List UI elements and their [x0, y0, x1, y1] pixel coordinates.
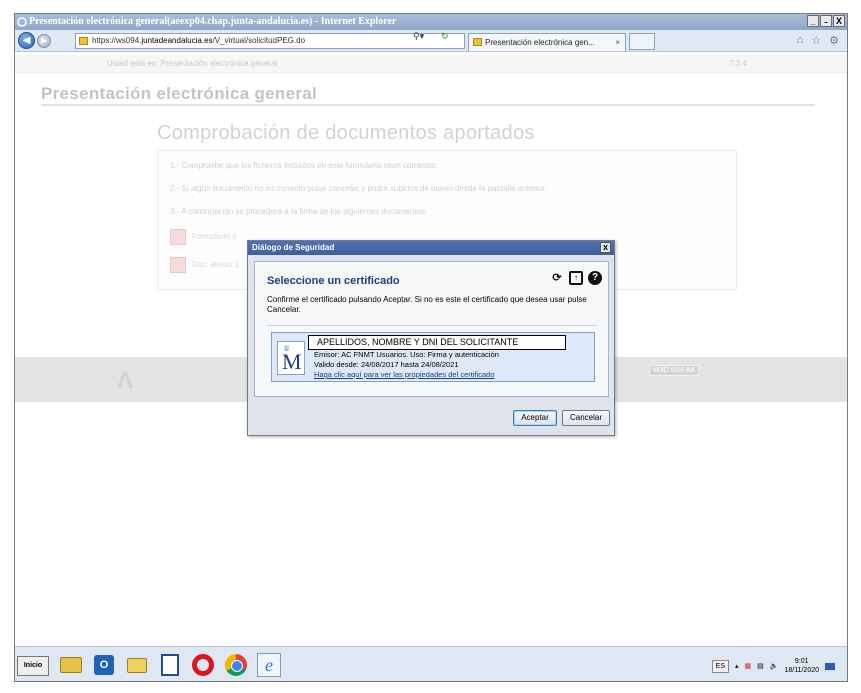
site-favicon [79, 37, 88, 45]
window-buttons: _ ̵ X [807, 15, 845, 27]
certificate-properties-link[interactable]: Haga clic aquí para ver las propiedades … [314, 370, 495, 379]
taskbar: Inicio O e ES ▴ ▦ ▤ 🔈 9:01 18/11/2020 [15, 646, 847, 681]
system-tray: ES ▴ ▦ ▤ 🔈 9:01 18/11/2020 [711, 655, 835, 677]
url-path: /V_virtual/solicitudPEG.do [212, 36, 306, 45]
taskbar-ie-icon[interactable]: e [256, 652, 282, 678]
dialog-tools: ⟳ ↑ ? [550, 271, 602, 285]
document-label: Doc. anexo 1 [192, 260, 240, 269]
tray-display-icon[interactable]: ▤ [757, 662, 764, 670]
refresh-icon[interactable]: ⟳ [550, 271, 564, 285]
junta-logo-icon: Λ [117, 367, 134, 394]
language-indicator[interactable]: ES [711, 659, 729, 673]
show-desktop-icon[interactable] [825, 662, 835, 670]
clock-date: 18/11/2020 [784, 667, 819, 674]
pdf-icon [170, 257, 186, 273]
window-title: Presentación electrónica general(aeexp04… [29, 16, 397, 27]
certificate-item[interactable]: ♕ M Emisor: AC FNMT Usuarios. Uso: Firma… [271, 332, 595, 382]
certificate-validity: Valido desde: 24/08/2017 hasta 24/08/202… [314, 360, 459, 369]
tray-clock[interactable]: 9:01 18/11/2020 [784, 657, 819, 675]
taskbar-folder-icon[interactable] [58, 652, 84, 678]
taskbar-opera-icon[interactable] [190, 652, 216, 678]
taskbar-explorer-icon[interactable] [124, 652, 150, 678]
cancel-button[interactable]: Cancelar [562, 410, 610, 426]
import-icon[interactable]: ↑ [569, 271, 583, 285]
dialog-separator [267, 325, 597, 326]
step-1: 1.- Compruebe que los ficheros incluidos… [170, 161, 439, 170]
tab-close-icon[interactable]: × [615, 34, 620, 51]
document-item[interactable]: Formulario s [170, 229, 236, 245]
tray-network-icon[interactable]: ▦ [745, 662, 752, 670]
step-2: 2.- Si algún documento no es correcto pu… [170, 184, 547, 193]
clock-time: 9:01 [794, 658, 809, 665]
certificate-issuer: Emisor: AC FNMT Usuarios. Uso: Firma y a… [314, 350, 499, 359]
start-label: Inicio [23, 662, 43, 669]
m-logo-glyph: M [282, 349, 302, 374]
home-icon[interactable]: ⌂ [797, 34, 804, 47]
url-host: juntadeandalucia.es [141, 36, 213, 45]
document-item[interactable]: Doc. anexo 1 [170, 257, 239, 273]
minimize-button[interactable]: _ [807, 15, 819, 27]
dialog-heading: Seleccione un certificado [267, 275, 400, 287]
taskbar-outlook-icon[interactable]: O [91, 652, 117, 678]
dialog-close-button[interactable]: x [600, 242, 611, 253]
dialog-title: Diálogo de Seguridad [252, 243, 335, 252]
ie-icon [17, 17, 27, 27]
certificate-name: APELLIDOS, NOMBRE Y DNI DEL SOLICITANTE [308, 335, 566, 350]
url-prefix: https://ws094. [92, 36, 142, 45]
title-divider [41, 104, 815, 106]
security-dialog: Diálogo de Seguridad x Seleccione un cer… [247, 240, 615, 436]
browser-navbar: ◀ ▶ https://ws094.juntadeandalucia.es/V_… [15, 30, 847, 52]
browser-toolbar-right: ⌂ ☆ ⚙ [797, 34, 839, 47]
taskbar-chrome-icon[interactable] [223, 652, 249, 678]
screen: Presentación electrónica general(aeexp04… [14, 13, 848, 682]
step-3: 3.- A continuación se procederá a la fir… [170, 207, 428, 216]
tab-favicon [473, 38, 482, 46]
page-title: Presentación electrónica general [41, 84, 318, 103]
tab-label: Presentación electrónica gen... [485, 38, 595, 47]
browser-tab[interactable]: Presentación electrónica gen... × [468, 33, 626, 51]
forward-icon[interactable]: ▶ [37, 34, 51, 48]
start-button[interactable]: Inicio [17, 656, 49, 676]
version-label: 7.3.4 [729, 59, 747, 68]
accept-button[interactable]: Aceptar [513, 410, 557, 426]
gear-icon[interactable]: ⚙ [829, 34, 839, 47]
help-icon[interactable]: ? [588, 271, 602, 285]
new-tab-button[interactable] [629, 33, 655, 50]
pdf-icon [170, 229, 186, 245]
document-label: Formulario s [192, 232, 237, 241]
search-icon[interactable]: ⚲▾ [413, 31, 424, 42]
fnmt-logo-icon: ♕ M [277, 341, 305, 375]
refresh-icon[interactable]: ↻ [441, 31, 449, 42]
window-titlebar: Presentación electrónica general(aeexp04… [15, 14, 847, 30]
address-bar[interactable]: https://ws094.juntadeandalucia.es/V_virt… [75, 33, 465, 49]
maximize-button[interactable]: ̵ [820, 15, 832, 27]
taskbar-notepad-icon[interactable] [157, 652, 183, 678]
page-subtitle: Comprobación de documentos aportados [157, 122, 535, 144]
dialog-body: Seleccione un certificado ⟳ ↑ ? Confirme… [254, 261, 609, 397]
w3c-badge: W3C WAI-AA [648, 365, 699, 376]
back-icon[interactable]: ◀ [18, 32, 35, 49]
breadcrumb-bar: Usted está en: Presentación electrónica … [15, 55, 847, 73]
tray-arrow-icon[interactable]: ▴ [735, 662, 739, 670]
dialog-instructions: Confirme el certificado pulsando Aceptar… [267, 295, 587, 314]
star-icon[interactable]: ☆ [811, 34, 821, 47]
dialog-titlebar: Diálogo de Seguridad x [248, 241, 614, 255]
close-window-button[interactable]: X [833, 15, 845, 27]
speaker-icon[interactable]: 🔈 [770, 662, 779, 670]
breadcrumb: Usted está en: Presentación electrónica … [107, 59, 278, 68]
